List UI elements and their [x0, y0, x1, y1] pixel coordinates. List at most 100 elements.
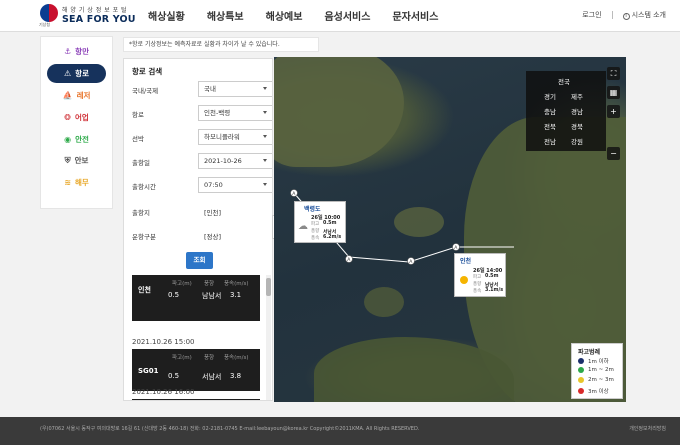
legend-dot [578, 388, 584, 394]
col-wind-dir: 풍향 [204, 355, 215, 361]
legend-label: 3m 이상 [588, 389, 609, 395]
footer-info: (우)07062 서울시 동작구 여의대방로 16길 61 (신대방 2동 46… [40, 426, 420, 432]
emblem-label: 기상청 [39, 22, 51, 27]
nav-marine-warning[interactable]: 해상특보 [207, 8, 244, 23]
nav-voice-service[interactable]: 음성서비스 [324, 8, 370, 23]
nav-marine-forecast[interactable]: 해상예보 [266, 8, 303, 23]
region-jeonnam[interactable]: 전남 [544, 136, 556, 146]
wind-dir-value: 서남서 [202, 373, 222, 381]
route-icon: ⚠ [64, 68, 72, 78]
scroll-thumb[interactable] [266, 278, 271, 296]
col-wind-speed: 풍속(m/s) [224, 281, 249, 287]
result-card [132, 399, 260, 400]
col-wave: 파고(m) [172, 355, 192, 361]
field-departure-time: 출항시간 07:50 [132, 177, 272, 193]
menu-label: 해무 [74, 178, 89, 188]
field-label: 출항지 [132, 209, 150, 217]
fullscreen-icon: ⛶ [610, 69, 617, 78]
system-intro-label: 시스템 소개 [631, 11, 666, 19]
route-map[interactable]: A A A A 백령도 ☁ 26일 10:00 파고 0.5m 풍향 서남서 풍… [274, 57, 626, 402]
nav-text-service[interactable]: 문자서비스 [392, 8, 438, 23]
col-wave: 파고(m) [172, 281, 192, 287]
search-button[interactable]: 조회 [186, 252, 213, 269]
signal-icon: ◉ [64, 134, 72, 144]
menu-fishery[interactable]: ❂ 어업 [47, 108, 106, 127]
legend-dot [578, 367, 584, 373]
station-popup-baengnyeong[interactable]: 백령도 ☁ 26일 10:00 파고 0.5m 풍향 서남서 풍속 6.2m/s [294, 201, 346, 243]
menu-security[interactable]: ⛨ 안보 [47, 151, 106, 170]
wave-height-legend: 파고범례 1m 이하 1m ~ 2m 2m ~ 3m 3m 이상 [571, 343, 623, 399]
result-time: 2021.10.26 15:00 [132, 338, 195, 346]
departure-date-select[interactable]: 2021-10-26 [198, 153, 272, 169]
select-value: 국내 [204, 85, 216, 93]
fog-icon: ≋ [64, 178, 71, 188]
kma-emblem-icon [40, 4, 58, 22]
region-gyeongnam[interactable]: 경남 [571, 106, 583, 116]
field-label: 운항구분 [132, 233, 156, 241]
field-domestic-intl: 국내/국제 국내 [132, 81, 272, 97]
wind-speed-value: 3.1 [230, 291, 242, 299]
login-link[interactable]: 로그인 [582, 10, 601, 20]
system-intro-link[interactable]: i 시스템 소개 [622, 10, 666, 20]
site-logo[interactable]: 기상청 해 양 기 상 정 보 포 털 SEA FOR YOU [39, 4, 136, 28]
region-chungnam[interactable]: 충남 [544, 106, 556, 116]
category-menu: ⚓ 항만 ⚠ 항로 ⛵ 레저 ❂ 어업 ◉ 안전 ⛨ 안보 ≋ 해무 [40, 36, 113, 209]
sailboat-icon: ⛵ [62, 90, 73, 100]
map-layer-button[interactable]: ▦ [607, 86, 620, 99]
vessel-select[interactable]: 하모니플라워 [198, 129, 272, 145]
popup-speed-label: 풍속 [473, 289, 482, 294]
popup-dir-label: 풍향 [311, 229, 320, 234]
region-all[interactable]: 전국 [558, 76, 570, 86]
menu-fog[interactable]: ≋ 해무 [47, 173, 106, 192]
panel-title: 항로 검색 [132, 67, 163, 76]
popup-time: 26일 10:00 [311, 215, 341, 221]
station-name: SG01 [138, 367, 159, 375]
region-jeonbuk[interactable]: 전북 [544, 121, 556, 131]
domestic-intl-select[interactable]: 국내 [198, 81, 272, 97]
select-value: 인천-백령 [204, 109, 231, 117]
menu-port[interactable]: ⚓ 항만 [47, 42, 106, 61]
menu-label: 레저 [76, 90, 91, 100]
nav-marine-observation[interactable]: 해상실황 [148, 8, 185, 23]
zoom-out-button[interactable]: − [607, 147, 620, 160]
field-operation-status: 운항구분 [정상] [132, 227, 268, 243]
route-select[interactable]: 인천-백령 [198, 105, 272, 121]
region-gyeongbuk[interactable]: 경북 [571, 121, 583, 131]
station-popup-incheon[interactable]: 인천 26일 14:00 파고 0.5m 풍향 남남서 풍속 3.1m/s [454, 253, 506, 297]
menu-route[interactable]: ⚠ 항로 [47, 63, 106, 83]
region-selector: 전국 경기 제주 충남 경남 전북 경북 전남 강원 [526, 71, 606, 151]
wave-value: 0.5 [168, 291, 180, 299]
col-wind-dir: 풍향 [204, 281, 215, 287]
top-utility: 로그인 i 시스템 소개 [582, 10, 666, 20]
route-notice: *항로 기상정보는 예측자료로 실황과 차이가 날 수 있습니다. [123, 37, 319, 52]
field-label: 출항일 [132, 159, 150, 167]
menu-safety[interactable]: ◉ 안전 [47, 130, 106, 149]
region-jeju[interactable]: 제주 [571, 91, 583, 101]
field-departure-port: 출항지 [인천] [132, 203, 268, 219]
select-value: 하모니플라워 [204, 133, 240, 141]
popup-title: 인천 [460, 258, 472, 265]
divider [611, 11, 613, 19]
popup-speed: 3.1m/s [485, 288, 504, 293]
menu-leisure[interactable]: ⛵ 레저 [47, 86, 106, 105]
popup-dir: 서남서 [323, 230, 337, 235]
region-gyeonggi[interactable]: 경기 [544, 91, 556, 101]
results-scrollbar[interactable] [266, 275, 271, 400]
legend-dot [578, 358, 584, 364]
zoom-in-button[interactable]: + [607, 105, 620, 118]
chevron-down-icon [263, 87, 267, 90]
wind-speed-value: 3.8 [230, 372, 242, 380]
legend-label: 1m ~ 2m [588, 367, 614, 373]
site-header: 기상청 해 양 기 상 정 보 포 털 SEA FOR YOU 해상실황 해상특… [0, 0, 680, 32]
legend-item: 3m 이상 [578, 387, 609, 395]
region-gangwon[interactable]: 강원 [571, 136, 583, 146]
fish-icon: ❂ [64, 112, 71, 122]
popup-wave-label: 파고 [473, 275, 482, 280]
cloud-icon: ☁ [298, 221, 308, 232]
fullscreen-button[interactable]: ⛶ [607, 67, 620, 80]
privacy-policy-link[interactable]: 개인정보처리방침 [629, 425, 666, 432]
result-card: 파고(m) 풍향 풍속(m/s) 인천 0.5 남남서 3.1 [132, 275, 260, 321]
main-nav: 해상실황 해상특보 해상예보 음성서비스 문자서비스 [148, 8, 460, 23]
departure-time-select[interactable]: 07:50 [198, 177, 272, 193]
chevron-down-icon [263, 111, 267, 114]
